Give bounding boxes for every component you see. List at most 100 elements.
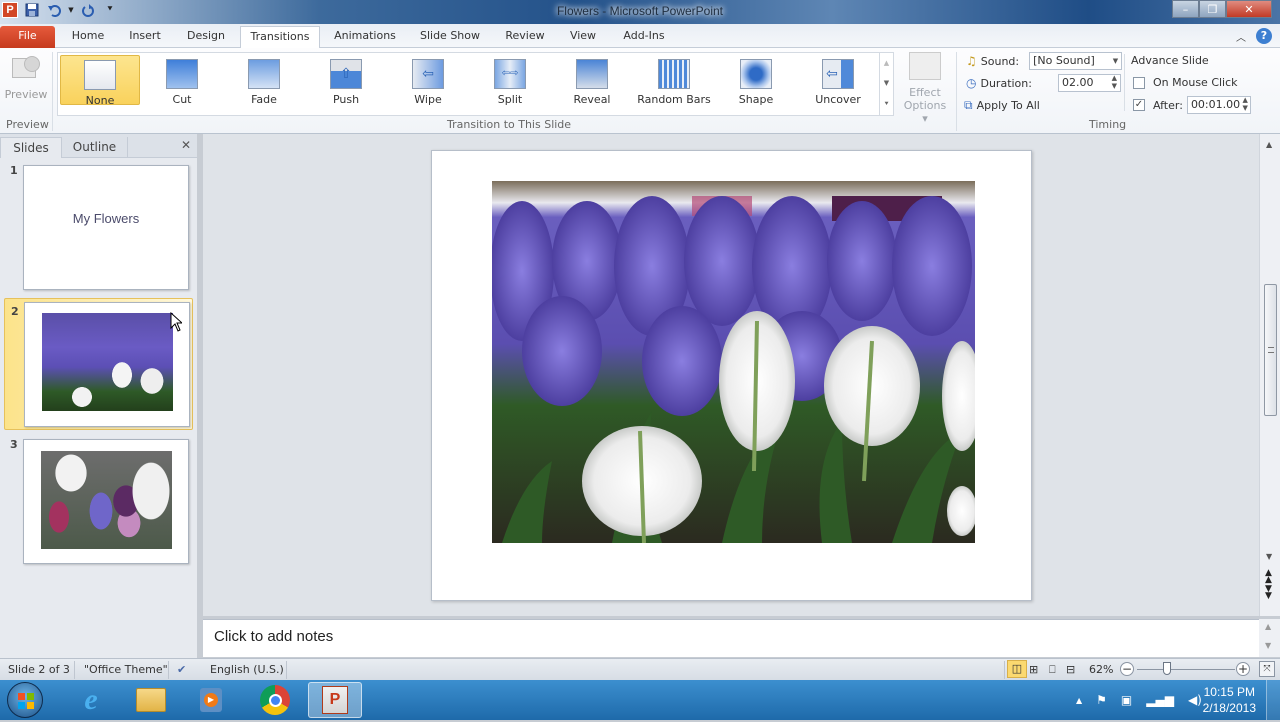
transition-split[interactable]: ⇦⇨ Split [470,55,550,106]
slide-thumbnail-2[interactable]: 2 [4,298,193,430]
slide-show-view-icon[interactable]: ⊟ [1066,663,1075,676]
notes-pane[interactable]: Click to add notes [203,619,1259,657]
fit-to-window-button[interactable]: ⤧ [1259,661,1275,677]
close-button[interactable]: ✕ [1226,0,1272,18]
clock-date: 2/18/2013 [1202,701,1256,715]
tab-view[interactable]: View [562,26,604,48]
transition-random-bars[interactable]: Random Bars [634,55,714,106]
theme-name[interactable]: "Office Theme" [84,663,168,676]
zoom-out-button[interactable]: − [1120,662,1134,676]
scroll-down-icon[interactable]: ▼ [1266,552,1272,561]
scroll-up-icon[interactable]: ▲ [1265,622,1271,631]
tab-design[interactable]: Design [178,26,234,48]
transition-push[interactable]: ⇧ Push [306,55,386,106]
powerpoint-taskbar-button[interactable]: P [308,682,362,718]
scroll-up-icon[interactable]: ▲ [1266,140,1272,149]
uncover-transition-icon: ⇦ [822,59,854,89]
slide-sorter-view-icon[interactable]: ⊞ [1029,663,1038,676]
transition-wipe[interactable]: ⇦ Wipe [388,55,468,106]
apply-to-all-button[interactable]: ⧉ Apply To All [964,98,1040,113]
show-hidden-icons[interactable]: ▲ [1076,696,1082,705]
media-player-icon: ▶ [200,688,222,712]
volume-icon[interactable]: ◀) [1188,693,1202,707]
language[interactable]: English (U.S.) [210,663,284,676]
zoom-slider-track[interactable] [1137,669,1235,670]
current-slide[interactable] [431,150,1032,601]
transition-cut[interactable]: Cut [142,55,222,106]
slide-vertical-scrollbar[interactable]: ▲ ▼ ▲ ▲ ▼ ▼ [1259,134,1280,616]
fade-transition-icon [248,59,280,89]
hyacinth-photo[interactable] [492,181,975,543]
gallery-scroll-up-icon[interactable]: ▲ [884,59,889,67]
spinner-icon[interactable]: ▲ ▼ [1243,96,1248,112]
tab-outline[interactable]: Outline [62,137,128,158]
tab-home[interactable]: Home [64,26,112,48]
internet-explorer-taskbar-button[interactable]: e [64,682,118,718]
next-slide-icon[interactable]: ▼ ▼ [1265,585,1272,601]
network-signal-icon[interactable]: ▂▄▆ [1146,693,1174,707]
tab-insert[interactable]: Insert [120,26,170,48]
slide-editing-area [203,134,1259,616]
gallery-scroll-down-icon[interactable]: ▼ [884,79,889,87]
slide-thumbnail-3[interactable]: 3 [4,436,193,566]
preview-button[interactable]: Preview [4,54,48,101]
after-time-value: 00:01.00 [1190,98,1241,111]
transition-shape[interactable]: Shape [716,55,796,106]
transition-uncover[interactable]: ⇦ Uncover [798,55,878,106]
power-icon[interactable]: ▣ [1121,693,1132,707]
transition-fade[interactable]: Fade [224,55,304,106]
spell-check-icon[interactable]: ✔ [177,663,186,676]
tab-transitions[interactable]: Transitions [240,26,320,48]
window-controls: – ❐ ✕ [1172,0,1272,18]
internet-explorer-icon: e [84,683,98,716]
transition-reveal[interactable]: Reveal [552,55,632,106]
effect-options-button[interactable]: Effect Options ▾ [900,52,950,125]
help-icon[interactable]: ? [1256,28,1272,44]
zoom-level[interactable]: 62% [1089,663,1113,676]
on-mouse-click-checkbox[interactable] [1133,76,1145,89]
hyacinth-thumbnail-image [42,313,173,411]
minimize-button[interactable]: – [1172,0,1199,18]
spinner-icon[interactable]: ▲ ▼ [1112,74,1117,90]
transition-none[interactable]: None [60,55,140,107]
tab-slides[interactable]: Slides [0,137,62,158]
scroll-down-icon[interactable]: ▼ [1265,641,1271,650]
after-row: ✓ After: 00:01.00 ▲ ▼ [1133,96,1251,114]
notes-scrollbar[interactable]: ▲ ▼ [1259,619,1280,657]
minimize-ribbon-icon[interactable]: ︿ [1236,29,1246,44]
mouse-cursor [170,311,184,335]
tab-animations[interactable]: Animations [328,26,402,48]
slide-thumbnail-1[interactable]: 1 My Flowers [4,162,193,292]
previous-slide-icon[interactable]: ▲ ▲ [1265,569,1272,585]
system-clock[interactable]: 10:15 PM 2/18/2013 [1203,684,1256,716]
start-button[interactable] [7,682,43,718]
tab-file[interactable]: File [0,26,55,48]
transition-label: None [85,94,115,107]
transition-label: Wipe [414,93,442,106]
gallery-more-icon[interactable]: ⯆ [884,100,890,109]
sound-dropdown[interactable]: [No Sound] ▼ [1029,52,1123,70]
normal-view-button[interactable]: ◫ [1007,660,1027,678]
close-pane-icon[interactable]: ✕ [181,138,191,152]
transition-gallery: None Cut Fade ⇧ Push ⇦ Wipe ⇦⇨ Split Rev… [57,52,894,116]
tab-add-ins[interactable]: Add-Ins [616,26,672,48]
scroll-thumb[interactable] [1264,284,1277,416]
after-time-spinner[interactable]: 00:01.00 ▲ ▼ [1186,96,1251,114]
shape-transition-icon [740,59,772,89]
zoom-in-button[interactable]: + [1236,662,1250,676]
apply-to-all-icon: ⧉ [964,98,973,112]
tab-review[interactable]: Review [500,26,550,48]
duration-spinner[interactable]: 02.00 ▲ ▼ [1057,74,1121,92]
file-explorer-taskbar-button[interactable] [124,682,178,718]
chrome-taskbar-button[interactable] [248,682,302,718]
media-player-taskbar-button[interactable]: ▶ [184,682,238,718]
preview-group-label: Preview [6,118,49,131]
restore-button[interactable]: ❐ [1199,0,1226,18]
after-checkbox[interactable]: ✓ [1133,99,1145,111]
show-desktop-button[interactable] [1266,680,1280,720]
wipe-transition-icon: ⇦ [412,59,444,89]
zoom-slider-thumb[interactable] [1163,662,1172,675]
reading-view-icon[interactable]: ⎕ [1049,663,1056,677]
action-center-flag-icon[interactable]: ⚑ [1096,693,1107,707]
tab-slide-show[interactable]: Slide Show [412,26,488,48]
